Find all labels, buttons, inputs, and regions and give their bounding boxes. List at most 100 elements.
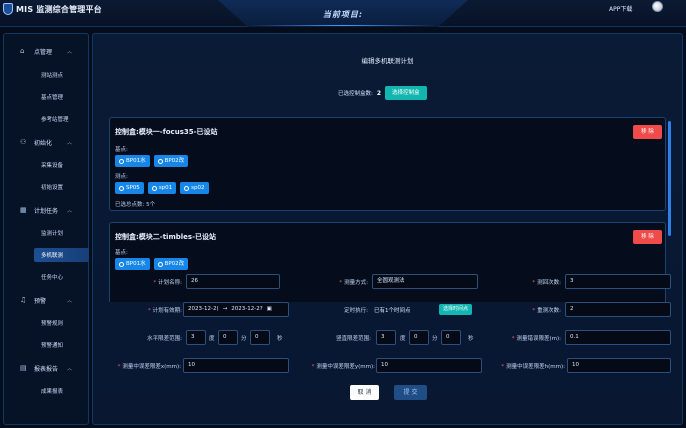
tag-label: BP02改 bbox=[164, 261, 185, 267]
selected-controllers-row: 已选控制盒数: 2 选择控制盒 bbox=[338, 86, 427, 100]
timed-exec-label: 定时执行: bbox=[344, 308, 368, 314]
plan-name-label: * 计划名称: bbox=[136, 278, 182, 286]
tag-label: BP01水 bbox=[126, 158, 146, 164]
error-h-input[interactable]: 10 bbox=[567, 358, 671, 373]
sidebar-item-initial-settings[interactable]: 初始设置 bbox=[34, 180, 89, 194]
sidebar-item-result-reports[interactable]: 成果报表 bbox=[34, 384, 89, 398]
plan-name-input[interactable]: 26 bbox=[186, 274, 280, 289]
bell-icon: ♫ bbox=[20, 296, 27, 304]
sidebar-item-stations[interactable]: 测站测点 bbox=[34, 68, 89, 82]
sidebar-group-label: 计划任务 bbox=[34, 207, 59, 215]
required-mark: * bbox=[147, 308, 151, 314]
chevron-up-icon: ︿ bbox=[67, 365, 73, 372]
horizontal-minute-input[interactable]: 0 bbox=[218, 330, 238, 345]
scrollbar[interactable] bbox=[668, 121, 671, 236]
required-mark: * bbox=[511, 336, 515, 342]
sidebar-group-point-management[interactable]: ⌂ 点管理 ︿ bbox=[4, 44, 90, 58]
shield-logo-icon bbox=[3, 3, 13, 15]
submit-button[interactable]: 提 交 bbox=[394, 385, 427, 400]
point-tag[interactable]: sp02 bbox=[180, 182, 209, 194]
check-circle-icon bbox=[119, 261, 124, 267]
horizontal-second-input[interactable]: 0 bbox=[250, 330, 270, 345]
point-tag[interactable]: BP01水 bbox=[115, 155, 150, 167]
label-text: 计划有效期: bbox=[152, 308, 182, 314]
retry-label: * 重测次数: bbox=[513, 306, 561, 314]
error-h-label: * 测量中误差限差h(mm): bbox=[485, 362, 565, 370]
tag-label: SP05 bbox=[126, 185, 140, 191]
label-text: 测量中误差限差x(mm): bbox=[122, 364, 181, 370]
card-title: 控制盒:模块一-focus35-已设站 bbox=[115, 128, 218, 136]
check-circle-icon bbox=[157, 158, 163, 164]
error-x-label: * 测量中误差限差x(mm): bbox=[101, 362, 181, 370]
distance-error-label: * 测量错误限差(m): bbox=[493, 334, 561, 342]
point-tag[interactable]: BP02改 bbox=[153, 155, 189, 167]
point-tag[interactable]: SP05 bbox=[115, 182, 144, 194]
cancel-button[interactable]: 取 消 bbox=[350, 385, 379, 400]
check-circle-icon bbox=[119, 185, 124, 191]
required-mark: * bbox=[339, 280, 343, 286]
label-text: 测量错误限差(m): bbox=[516, 336, 561, 342]
error-x-input[interactable]: 10 bbox=[183, 358, 289, 373]
point-tag[interactable]: BP01水 bbox=[115, 258, 150, 270]
measure-mode-label: * 测量方式: bbox=[326, 278, 368, 286]
edit-plan-panel: 编辑多机联测计划 已选控制盒数: 2 选择控制盒 控制盒:模块一-focus35… bbox=[92, 33, 683, 425]
retry-input[interactable]: 2 bbox=[565, 302, 671, 317]
horizontal-range-label: 水平限差范围: bbox=[147, 336, 182, 342]
sidebar-item-devices[interactable]: 采集设备 bbox=[34, 158, 89, 172]
sidebar-group-alerts[interactable]: ♫ 预警 ︿ bbox=[4, 293, 90, 307]
remove-button[interactable]: 移 除 bbox=[633, 230, 662, 244]
date-end: 2023-12-2? bbox=[231, 306, 263, 312]
error-y-label: * 测量中误差限差y(mm): bbox=[295, 362, 375, 370]
rounds-input[interactable]: 3 bbox=[565, 274, 671, 289]
sidebar-group-plans[interactable]: ▦ 计划任务 ︿ bbox=[4, 203, 90, 217]
error-y-input[interactable]: 10 bbox=[376, 358, 482, 373]
sidebar-group-initialize[interactable]: ⚇ 初始化 ︿ bbox=[4, 135, 90, 149]
sidebar-item-alert-rules[interactable]: 预警规则 bbox=[34, 316, 89, 330]
tag-label: BP02改 bbox=[164, 158, 185, 164]
unit-second: 秒 bbox=[468, 336, 474, 342]
chevron-up-icon: ︿ bbox=[67, 207, 73, 214]
timed-exec-value: 已有1个时间点 bbox=[374, 308, 411, 314]
sidebar-group-label: 报表报告 bbox=[34, 365, 59, 373]
check-circle-icon bbox=[184, 185, 190, 191]
sidebar-item-alert-notify[interactable]: 预警通知 bbox=[34, 338, 89, 352]
measure-mode-select[interactable]: 全圆观测法 bbox=[372, 274, 478, 289]
calendar-icon: ▣ bbox=[266, 306, 272, 312]
app-download-link[interactable]: APP下载 bbox=[609, 4, 632, 13]
chevron-up-icon: ︿ bbox=[67, 48, 73, 55]
label-text: 测量中误差限差y(mm): bbox=[316, 364, 375, 370]
selected-count-value: 2 bbox=[376, 89, 382, 97]
measure-points-label: 测点: bbox=[115, 174, 128, 180]
sidebar-item-reference-stations[interactable]: 参考站管理 bbox=[34, 112, 89, 126]
label-text: 重测次数: bbox=[537, 308, 561, 314]
vertical-second-input[interactable]: 0 bbox=[441, 330, 461, 345]
horizontal-degree-input[interactable]: 3 bbox=[186, 330, 206, 345]
sidebar-group-reports[interactable]: ▤ 报表报告 ︿ bbox=[4, 361, 90, 375]
vertical-range-label: 竖直限差范围: bbox=[336, 336, 371, 342]
date-range-picker[interactable]: 2023-12-2( → 2023-12-2? ▣ bbox=[183, 302, 289, 317]
vertical-degree-input[interactable]: 3 bbox=[376, 330, 396, 345]
sidebar-item-monitor-plan[interactable]: 监测计划 bbox=[34, 226, 89, 240]
remove-button[interactable]: 移 除 bbox=[633, 125, 662, 139]
base-points-tags: BP01水 BP02改 bbox=[115, 258, 189, 270]
current-project-title: 当前项目: bbox=[322, 10, 364, 19]
sidebar: ⌂ 点管理 ︿ 测站测点 基点管理 参考站管理 ⚇ 初始化 ︿ 采集设备 初始设… bbox=[3, 33, 89, 425]
unit-degree: 度 bbox=[400, 336, 406, 342]
avatar[interactable] bbox=[652, 1, 663, 12]
selected-count-label: 已选控制盒数: bbox=[338, 91, 373, 97]
top-header: MIS 监测综合管理平台 当前项目: APP下载 bbox=[0, 0, 686, 27]
sidebar-item-base-points[interactable]: 基点管理 bbox=[34, 90, 89, 104]
distance-error-input[interactable]: 0.1 bbox=[565, 330, 671, 345]
sidebar-item-task-center[interactable]: 任务中心 bbox=[34, 270, 89, 284]
sidebar-item-multi-joint[interactable]: 多机联测 bbox=[34, 248, 89, 262]
point-tag[interactable]: BP02改 bbox=[153, 258, 189, 270]
check-circle-icon bbox=[157, 261, 163, 267]
select-time-point-button[interactable]: 选择时间点 bbox=[439, 304, 473, 315]
unit-minute: 分 bbox=[241, 336, 247, 342]
select-controller-button[interactable]: 选择控制盒 bbox=[385, 86, 427, 100]
valid-period-label: * 计划有效期: bbox=[128, 306, 182, 314]
tag-label: sp01 bbox=[158, 185, 173, 191]
vertical-minute-input[interactable]: 0 bbox=[409, 330, 429, 345]
required-mark: * bbox=[153, 280, 157, 286]
point-tag[interactable]: sp01 bbox=[147, 182, 177, 194]
